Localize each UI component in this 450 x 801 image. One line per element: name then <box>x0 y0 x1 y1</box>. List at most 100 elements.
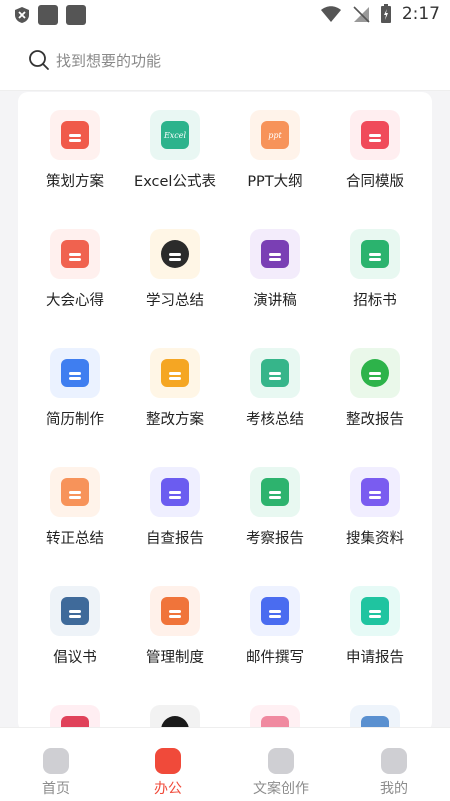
tab-office[interactable]: 办公 <box>112 736 224 798</box>
icon-text: ppt <box>268 130 282 140</box>
icon-glyph <box>369 609 381 613</box>
tool-item[interactable]: 转正总结 <box>25 449 125 559</box>
notification-square-icon <box>66 5 86 25</box>
icon-glyph <box>69 133 81 137</box>
tool-item[interactable]: 整改方案 <box>125 330 225 440</box>
pen-circle-icon <box>361 359 389 387</box>
icon-glyph <box>269 371 281 375</box>
person-up-icon <box>61 478 89 506</box>
status-left <box>14 5 86 25</box>
tool-label: 搜集资料 <box>346 531 404 547</box>
tool-item[interactable]: 邮件撰写 <box>225 568 325 678</box>
tool-tile <box>350 348 400 398</box>
wifi-icon <box>320 6 341 22</box>
tool-tile <box>150 586 200 636</box>
book-icon <box>161 240 189 268</box>
tab-label: 我的 <box>380 781 408 797</box>
icon-glyph <box>369 133 381 137</box>
tool-item[interactable]: 考核总结 <box>225 330 325 440</box>
tool-item[interactable]: 合同模版 <box>325 92 425 202</box>
notification-square-icon <box>38 5 58 25</box>
tool-label: 考察报告 <box>246 531 304 547</box>
search-doc-icon <box>361 478 389 506</box>
tool-tile <box>50 348 100 398</box>
tool-item[interactable]: 管理制度 <box>125 568 225 678</box>
status-right: 2:17 <box>320 4 440 24</box>
tool-item[interactable]: ppt PPT大纲 <box>225 92 325 202</box>
speech-doc-icon <box>261 240 289 268</box>
tool-item[interactable] <box>25 687 125 732</box>
tool-item[interactable]: 倡议书 <box>25 568 125 678</box>
apply-doc-icon <box>361 597 389 625</box>
tab-label: 首页 <box>42 781 70 797</box>
ppt-doc-icon: ppt <box>261 121 289 149</box>
tool-tile <box>350 467 400 517</box>
tool-label: 学习总结 <box>146 293 204 309</box>
open-book-icon <box>161 597 189 625</box>
icon-glyph <box>69 609 81 613</box>
tool-label: 自查报告 <box>146 531 204 547</box>
tool-item[interactable]: 学习总结 <box>125 211 225 321</box>
tool-label: 管理制度 <box>146 650 204 666</box>
search-icon <box>29 50 49 70</box>
tool-label: 招标书 <box>353 293 397 309</box>
tool-item[interactable]: 大会心得 <box>25 211 125 321</box>
create-icon <box>268 748 294 774</box>
icon-glyph <box>369 252 381 256</box>
tool-tile <box>350 110 400 160</box>
person-doc-icon <box>161 359 189 387</box>
home-icon <box>43 748 69 774</box>
search-bar[interactable]: 找到想要的功能 <box>0 30 450 91</box>
tool-item[interactable]: 搜集资料 <box>325 449 425 559</box>
tab-create[interactable]: 文案创作 <box>225 736 337 798</box>
magnify-doc-icon <box>261 478 289 506</box>
tool-label: 倡议书 <box>53 650 97 666</box>
tool-label: 大会心得 <box>46 293 104 309</box>
icon-glyph <box>169 252 181 256</box>
tool-item[interactable]: 演讲稿 <box>225 211 325 321</box>
tool-item[interactable]: 考察报告 <box>225 449 325 559</box>
tool-label: 邮件撰写 <box>246 650 304 666</box>
tool-tile <box>150 229 200 279</box>
status-bar: 2:17 <box>0 0 450 30</box>
tool-label: 考核总结 <box>246 412 304 428</box>
tool-tile <box>250 467 300 517</box>
tool-item[interactable] <box>125 687 225 732</box>
gavel-icon <box>361 240 389 268</box>
tool-item[interactable] <box>225 687 325 732</box>
icon-glyph <box>369 371 381 375</box>
tool-tile: ppt <box>250 110 300 160</box>
mail-icon <box>261 597 289 625</box>
tool-label: 申请报告 <box>346 650 404 666</box>
tool-tile <box>50 467 100 517</box>
tool-item[interactable]: 简历制作 <box>25 330 125 440</box>
search-input[interactable]: 找到想要的功能 <box>56 50 161 71</box>
icon-glyph <box>69 252 81 256</box>
tab-home[interactable]: 首页 <box>0 736 112 798</box>
tool-label: 整改报告 <box>346 412 404 428</box>
tool-item[interactable]: 策划方案 <box>25 92 125 202</box>
tool-item[interactable] <box>325 687 425 732</box>
tool-item[interactable]: 招标书 <box>325 211 425 321</box>
tool-item[interactable]: 自查报告 <box>125 449 225 559</box>
tool-label: 简历制作 <box>46 412 104 428</box>
signal-off-icon <box>353 6 370 23</box>
tab-profile[interactable]: 我的 <box>338 736 450 798</box>
tool-item[interactable]: 申请报告 <box>325 568 425 678</box>
tool-tile <box>50 229 100 279</box>
battery-charging-icon <box>380 4 391 23</box>
tool-tile <box>350 586 400 636</box>
tool-tile: Excel <box>150 110 200 160</box>
shield-icon <box>15 7 29 23</box>
tool-item[interactable]: Excel Excel公式表 <box>125 92 225 202</box>
icon-text: Excel <box>163 130 187 140</box>
tool-item[interactable]: 整改报告 <box>325 330 425 440</box>
tool-tile <box>250 229 300 279</box>
tool-label: Excel公式表 <box>134 174 216 190</box>
icon-glyph <box>169 490 181 494</box>
tool-tile <box>50 110 100 160</box>
icon-glyph <box>269 609 281 613</box>
tool-label: 演讲稿 <box>253 293 297 309</box>
icon-glyph <box>169 371 181 375</box>
tool-tile <box>250 348 300 398</box>
